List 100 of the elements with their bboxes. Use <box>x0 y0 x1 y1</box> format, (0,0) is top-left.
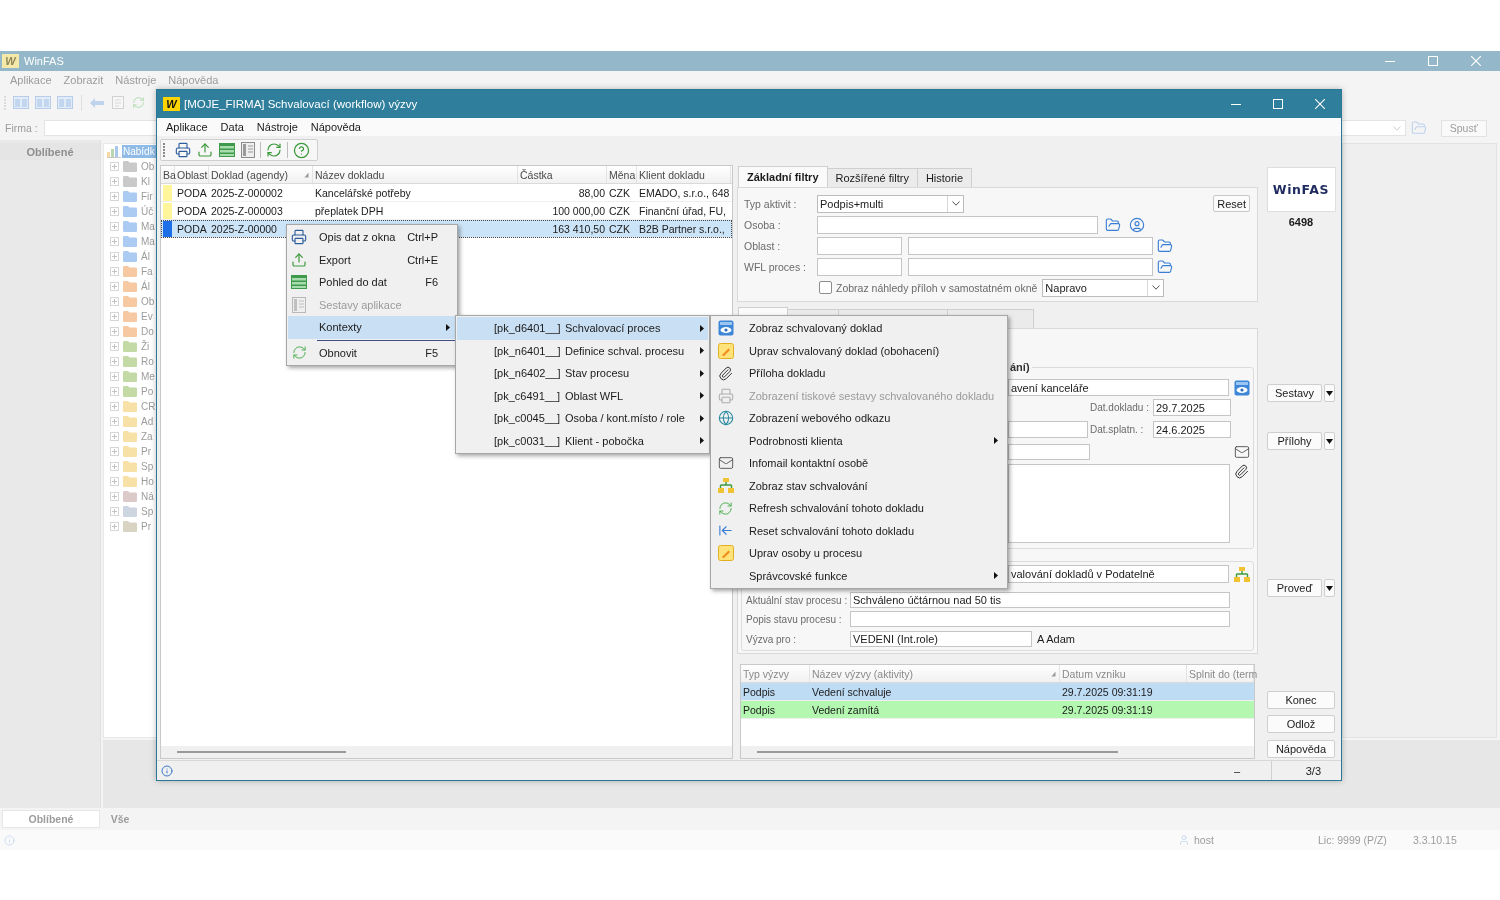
menu-item[interactable]: Uprav schvalovaný doklad (obohacení) <box>712 339 1006 362</box>
process-code-field[interactable] <box>817 257 902 276</box>
expand-icon[interactable] <box>110 357 119 366</box>
folder-open-icon[interactable] <box>1157 237 1173 254</box>
menu-item[interactable]: Export Ctrl+E <box>288 248 456 271</box>
attachments-button[interactable]: Přílohy <box>1267 432 1322 450</box>
menu-item[interactable]: Opis dat z okna Ctrl+P <box>288 226 456 249</box>
menu-item[interactable]: Pohled do dat F6 <box>288 271 456 294</box>
envelope-icon[interactable] <box>1234 444 1250 460</box>
menu-item[interactable]: Zobrazení webového odkazu <box>712 407 1006 430</box>
expand-icon[interactable] <box>110 297 119 306</box>
report-icon[interactable] <box>241 142 255 158</box>
expand-icon[interactable] <box>110 432 119 441</box>
dropdown-button[interactable] <box>1324 432 1335 450</box>
text-field[interactable] <box>1008 444 1090 460</box>
table-row[interactable]: PODA 2025-Z-000003 přeplatek DPH 100 000,00 CZK Finanční úřad, FU, <box>161 202 732 220</box>
column-header[interactable]: Částka <box>518 166 607 183</box>
reset-button[interactable]: Reset <box>1213 195 1250 212</box>
menu-item[interactable]: Data <box>220 121 244 133</box>
expand-icon[interactable] <box>110 282 119 291</box>
upload-icon[interactable] <box>197 142 213 158</box>
process-name-field[interactable] <box>908 257 1153 276</box>
process-state-field[interactable]: Schváleno účtárnou nad 50 tis <box>850 592 1230 608</box>
assignee-field[interactable]: VEDENI (Int.role) <box>850 631 1032 647</box>
expand-icon[interactable] <box>110 177 119 186</box>
execute-button[interactable]: Proveď <box>1267 579 1322 597</box>
menu-item[interactable]: Nástroje <box>256 121 298 133</box>
menu-item[interactable]: Příloha dokladu <box>712 362 1006 385</box>
checkbox[interactable] <box>819 281 832 294</box>
hierarchy-icon[interactable] <box>1234 566 1250 582</box>
expand-icon[interactable] <box>110 267 119 276</box>
menu-item[interactable]: [pk_c0031__] Klient - pobočka <box>457 429 708 452</box>
person-field[interactable] <box>817 215 1098 234</box>
menu-item[interactable]: [pk_c0045__] Osoba / kont.místo / role <box>457 407 708 430</box>
expand-icon[interactable] <box>110 522 119 531</box>
window-layout-icon[interactable] <box>13 96 29 109</box>
help-button[interactable]: Nápověda <box>1267 740 1335 758</box>
date-field[interactable]: 29.7.2025 <box>1153 399 1231 416</box>
expand-icon[interactable] <box>110 342 119 351</box>
window-layout-icon[interactable] <box>35 96 51 109</box>
menu-item[interactable]: Podrobnosti klienta <box>712 429 1006 452</box>
tab[interactable]: Rozšířené filtry <box>826 168 918 187</box>
horizontal-scrollbar[interactable] <box>161 746 732 758</box>
scrollbar-thumb[interactable] <box>177 751 346 753</box>
area-code-field[interactable] <box>817 236 902 255</box>
text-field[interactable] <box>1008 421 1088 438</box>
end-button[interactable]: Konec <box>1267 691 1335 709</box>
expand-icon[interactable] <box>110 207 119 216</box>
column-header[interactable]: Název dokladu <box>313 166 518 183</box>
postpone-button[interactable]: Odlož <box>1267 715 1335 733</box>
expand-icon[interactable] <box>110 222 119 231</box>
expand-icon[interactable] <box>110 507 119 516</box>
expand-icon[interactable] <box>110 447 119 456</box>
menu-item[interactable]: Uprav osoby u procesu <box>712 542 1006 565</box>
menu-item[interactable]: [pk_n6402__] Stav procesu <box>457 362 708 385</box>
menu-item[interactable]: Správcovské funkce <box>712 564 1006 587</box>
expand-icon[interactable] <box>110 162 119 171</box>
scrollbar-thumb[interactable] <box>757 751 1118 753</box>
table-row[interactable]: Podpis Vedení schvaluje 29.7.2025 09:31:19 <box>741 683 1254 701</box>
reports-button[interactable]: Sestavy <box>1267 384 1322 402</box>
document-name-field[interactable]: avení kanceláře <box>1008 379 1229 396</box>
column-header[interactable]: Oblast <box>175 166 209 183</box>
sort-icon[interactable] <box>1051 671 1056 677</box>
menu-item[interactable]: Zobraz schvalovaný doklad <box>712 317 1006 340</box>
area-name-field[interactable] <box>908 236 1153 255</box>
close-icon[interactable] <box>1470 56 1481 66</box>
menu-item[interactable]: [pk_c6491__] Oblast WFL <box>457 384 708 407</box>
minimize-icon[interactable] <box>1231 103 1241 105</box>
expand-icon[interactable] <box>110 387 119 396</box>
menu-item[interactable]: Infomail kontaktní osobě <box>712 452 1006 475</box>
menu-item[interactable]: Zobraz stav schvalování <box>712 474 1006 497</box>
menu-item[interactable]: Nápověda <box>310 121 361 133</box>
help-icon[interactable] <box>293 141 310 159</box>
column-header[interactable]: Klient dokladu <box>637 166 731 183</box>
table-icon[interactable] <box>219 143 235 157</box>
minimize-icon[interactable] <box>1384 60 1395 62</box>
table-row[interactable]: Podpis Vedení zamítá 29.7.2025 09:31:19 <box>741 701 1254 719</box>
person-icon[interactable] <box>1129 216 1145 233</box>
close-icon[interactable] <box>1315 99 1325 109</box>
menu-item[interactable]: [pk_n6401__] Definice schval. procesu <box>457 339 708 362</box>
menu-item[interactable]: Reset schvalování tohoto dokladu <box>712 519 1006 542</box>
document-icon[interactable] <box>112 96 124 109</box>
sort-icon[interactable] <box>304 172 309 178</box>
process-field[interactable]: valování dokladů v Podatelně <box>1008 565 1229 583</box>
expand-icon[interactable] <box>110 312 119 321</box>
table-row[interactable]: PODA 2025-Z-000002 Kancelářské potřeby 88,00 CZK EMADO, s.r.o., 648 <box>161 184 732 202</box>
expand-icon[interactable] <box>110 417 119 426</box>
column-header[interactable]: Ba <box>161 166 175 183</box>
folder-open-icon[interactable] <box>1105 216 1121 233</box>
menu-item[interactable]: Aplikace <box>166 121 208 133</box>
document-eye-icon[interactable] <box>1234 379 1250 396</box>
menu-item[interactable]: [pk_d6401__] Schvalovací proces <box>457 317 708 340</box>
expand-icon[interactable] <box>110 252 119 261</box>
expand-icon[interactable] <box>110 372 119 381</box>
activity-type-select[interactable]: Podpis+multi <box>817 194 964 213</box>
date-field[interactable]: 24.6.2025 <box>1153 421 1231 438</box>
expand-icon[interactable] <box>110 192 119 201</box>
column-header[interactable]: Měna <box>607 166 637 183</box>
maximize-icon[interactable] <box>1427 56 1438 66</box>
expand-icon[interactable] <box>110 237 119 246</box>
